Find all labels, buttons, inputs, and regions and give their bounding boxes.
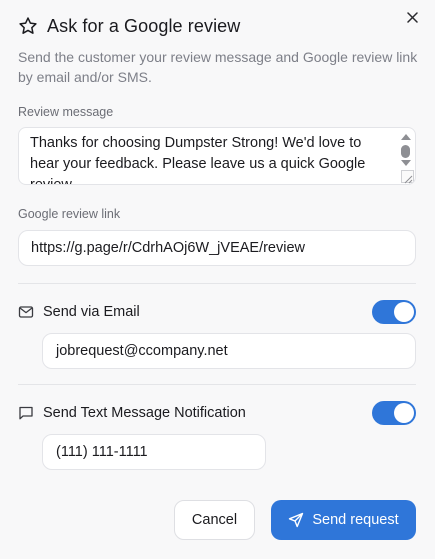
switch-knob xyxy=(394,403,414,423)
star-outline-icon xyxy=(18,16,38,36)
scroll-down-arrow-icon[interactable] xyxy=(401,160,411,166)
divider xyxy=(18,283,416,284)
review-link-input[interactable]: https://g.page/r/CdrhAOj6W_jVEAE/review xyxy=(18,230,416,266)
cancel-button[interactable]: Cancel xyxy=(174,500,255,540)
email-input[interactable]: jobrequest@ccompany.net xyxy=(42,333,416,369)
dialog-header: Ask for a Google review xyxy=(18,14,417,38)
message-square-icon xyxy=(18,405,34,421)
scroll-thumb[interactable] xyxy=(401,145,410,158)
send-request-label: Send request xyxy=(312,512,399,528)
divider xyxy=(18,384,416,385)
review-link-label: Google review link xyxy=(18,207,121,221)
send-request-button[interactable]: Send request xyxy=(271,500,416,540)
review-message-textarea[interactable]: Thanks for choosing Dumpster Strong! We'… xyxy=(18,127,416,185)
sms-toggle-row: Send Text Message Notification xyxy=(18,401,416,425)
send-icon xyxy=(288,512,304,528)
review-message-text: Thanks for choosing Dumpster Strong! We'… xyxy=(30,135,366,185)
close-button[interactable] xyxy=(401,6,423,28)
email-toggle-switch[interactable] xyxy=(372,300,416,324)
dialog-title: Ask for a Google review xyxy=(47,15,241,36)
review-message-label: Review message xyxy=(18,105,114,119)
switch-knob xyxy=(394,302,414,322)
email-toggle-row: Send via Email xyxy=(18,300,416,324)
sms-toggle-switch[interactable] xyxy=(372,401,416,425)
dialog-footer: Cancel Send request xyxy=(174,500,416,540)
scroll-up-arrow-icon[interactable] xyxy=(401,134,411,140)
sms-toggle-label: Send Text Message Notification xyxy=(43,405,246,421)
email-toggle-label: Send via Email xyxy=(43,304,140,320)
resize-grip-icon[interactable] xyxy=(401,170,414,184)
dialog-subtitle: Send the customer your review message an… xyxy=(18,49,418,85)
mail-icon xyxy=(18,304,34,320)
close-icon xyxy=(406,11,418,23)
phone-input[interactable]: (111) 111-1111 xyxy=(42,434,266,470)
review-request-dialog: Ask for a Google review Send the custome… xyxy=(0,0,435,559)
